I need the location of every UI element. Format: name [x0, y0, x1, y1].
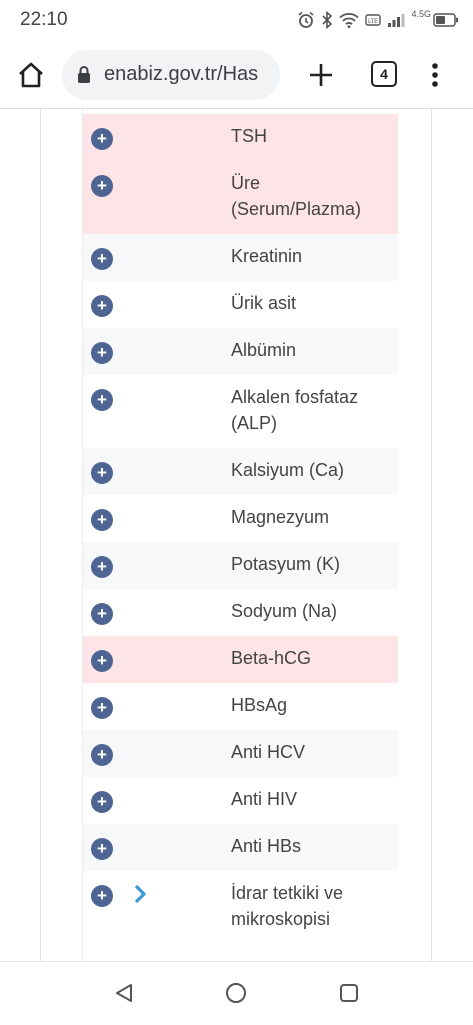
test-name: Magnezyum: [231, 507, 330, 527]
test-row[interactable]: + Üre (Serum/Plazma): [83, 161, 398, 234]
lock-icon: [76, 65, 92, 90]
plus-circle-icon[interactable]: +: [91, 295, 113, 317]
back-triangle-icon: [116, 984, 132, 1002]
test-row[interactable]: + Sodyum (Na): [83, 589, 398, 636]
test-name: Kalsiyum (Ca): [231, 460, 345, 480]
test-row[interactable]: + Alkalen fosfataz (ALP): [83, 375, 398, 448]
test-row[interactable]: + Potasyum (K): [83, 542, 398, 589]
wifi-icon: [339, 12, 360, 28]
status-icons: LTE 4.5G: [297, 8, 459, 32]
home-circle-icon: [226, 983, 246, 1003]
home-icon: [19, 62, 43, 88]
status-bar: 22:10 LTE 4.5G: [0, 0, 473, 42]
status-time: 22:10: [20, 9, 68, 30]
test-name: TSH: [231, 126, 267, 146]
plus-circle-icon[interactable]: +: [91, 128, 113, 150]
test-row[interactable]: + Anti HIV: [83, 777, 398, 824]
battery-icon: [433, 13, 459, 27]
signal-icon: [387, 12, 405, 28]
alarm-icon: [297, 11, 315, 29]
plus-circle-icon[interactable]: +: [91, 697, 113, 719]
more-vert-icon: [432, 63, 438, 87]
recents-button[interactable]: [339, 983, 359, 1008]
plus-circle-icon[interactable]: +: [91, 838, 113, 860]
bluetooth-icon: [321, 11, 333, 29]
plus-circle-icon[interactable]: +: [91, 509, 113, 531]
address-bar[interactable]: enabiz.gov.tr/Has: [62, 50, 280, 100]
plus-circle-icon[interactable]: +: [91, 462, 113, 484]
test-name: Beta-hCG: [231, 648, 312, 668]
plus-circle-icon[interactable]: +: [91, 791, 113, 813]
test-name: Alkalen fosfataz (ALP): [231, 387, 359, 433]
plus-circle-icon[interactable]: +: [91, 603, 113, 625]
plus-icon: [310, 64, 332, 86]
test-name: Anti HCV: [231, 742, 306, 762]
home-nav-button[interactable]: [225, 982, 247, 1009]
tab-switcher-button[interactable]: 4: [371, 61, 397, 87]
web-page-content: + TSH + Üre (Serum/Plazma) + Kreatinin + Ürik a…: [0, 109, 473, 961]
plus-circle-icon[interactable]: +: [91, 248, 113, 270]
back-button[interactable]: [113, 982, 135, 1009]
test-name: Kreatinin: [231, 246, 303, 266]
test-name: HBsAg: [231, 695, 288, 715]
content-border-right: [431, 109, 432, 961]
new-tab-button[interactable]: [306, 60, 336, 90]
test-name: Üre (Serum/Plazma): [231, 173, 362, 219]
test-name: Potasyum (K): [231, 554, 341, 574]
test-row[interactable]: + Magnezyum: [83, 495, 398, 542]
test-row[interactable]: + TSH: [83, 114, 398, 161]
test-name: Anti HIV: [231, 789, 298, 809]
test-row[interactable]: + HBsAg: [83, 683, 398, 730]
browser-toolbar: enabiz.gov.tr/Has 4: [0, 42, 473, 109]
test-row[interactable]: + Beta-hCG: [83, 636, 398, 683]
plus-circle-icon[interactable]: +: [91, 556, 113, 578]
test-name: Anti HBs: [231, 836, 302, 856]
home-button[interactable]: [16, 60, 46, 90]
test-list: + TSH + Üre (Serum/Plazma) + Kreatinin + Ürik a…: [83, 114, 398, 944]
plus-circle-icon[interactable]: +: [91, 885, 113, 907]
test-row[interactable]: + İdrar tetkiki ve mikroskopisi: [83, 871, 398, 944]
system-nav-bar: [0, 961, 473, 1025]
test-row[interactable]: + Anti HCV: [83, 730, 398, 777]
test-name: Albümin: [231, 340, 297, 360]
test-row[interactable]: + Albümin: [83, 328, 398, 375]
test-name: Sodyum (Na): [231, 601, 338, 621]
plus-circle-icon[interactable]: +: [91, 744, 113, 766]
plus-circle-icon[interactable]: +: [91, 175, 113, 197]
url-text: enabiz.gov.tr/Has: [104, 63, 259, 85]
test-row[interactable]: + Kalsiyum (Ca): [83, 448, 398, 495]
recents-square-icon: [340, 984, 358, 1002]
plus-circle-icon[interactable]: +: [91, 650, 113, 672]
svg-text:LTE: LTE: [368, 18, 378, 25]
chevron-right-icon[interactable]: [133, 883, 147, 905]
overflow-menu-button[interactable]: [428, 60, 442, 90]
network-type-label: 4.5G: [411, 9, 431, 19]
plus-circle-icon[interactable]: +: [91, 342, 113, 364]
test-row[interactable]: + Anti HBs: [83, 824, 398, 871]
test-name: Ürik asit: [231, 293, 297, 313]
plus-circle-icon[interactable]: +: [91, 389, 113, 411]
volte-icon: LTE: [365, 12, 382, 28]
test-row[interactable]: + Kreatinin: [83, 234, 398, 281]
test-name: İdrar tetkiki ve mikroskopisi: [231, 883, 344, 929]
content-border-left: [40, 109, 41, 961]
test-row[interactable]: + Ürik asit: [83, 281, 398, 328]
